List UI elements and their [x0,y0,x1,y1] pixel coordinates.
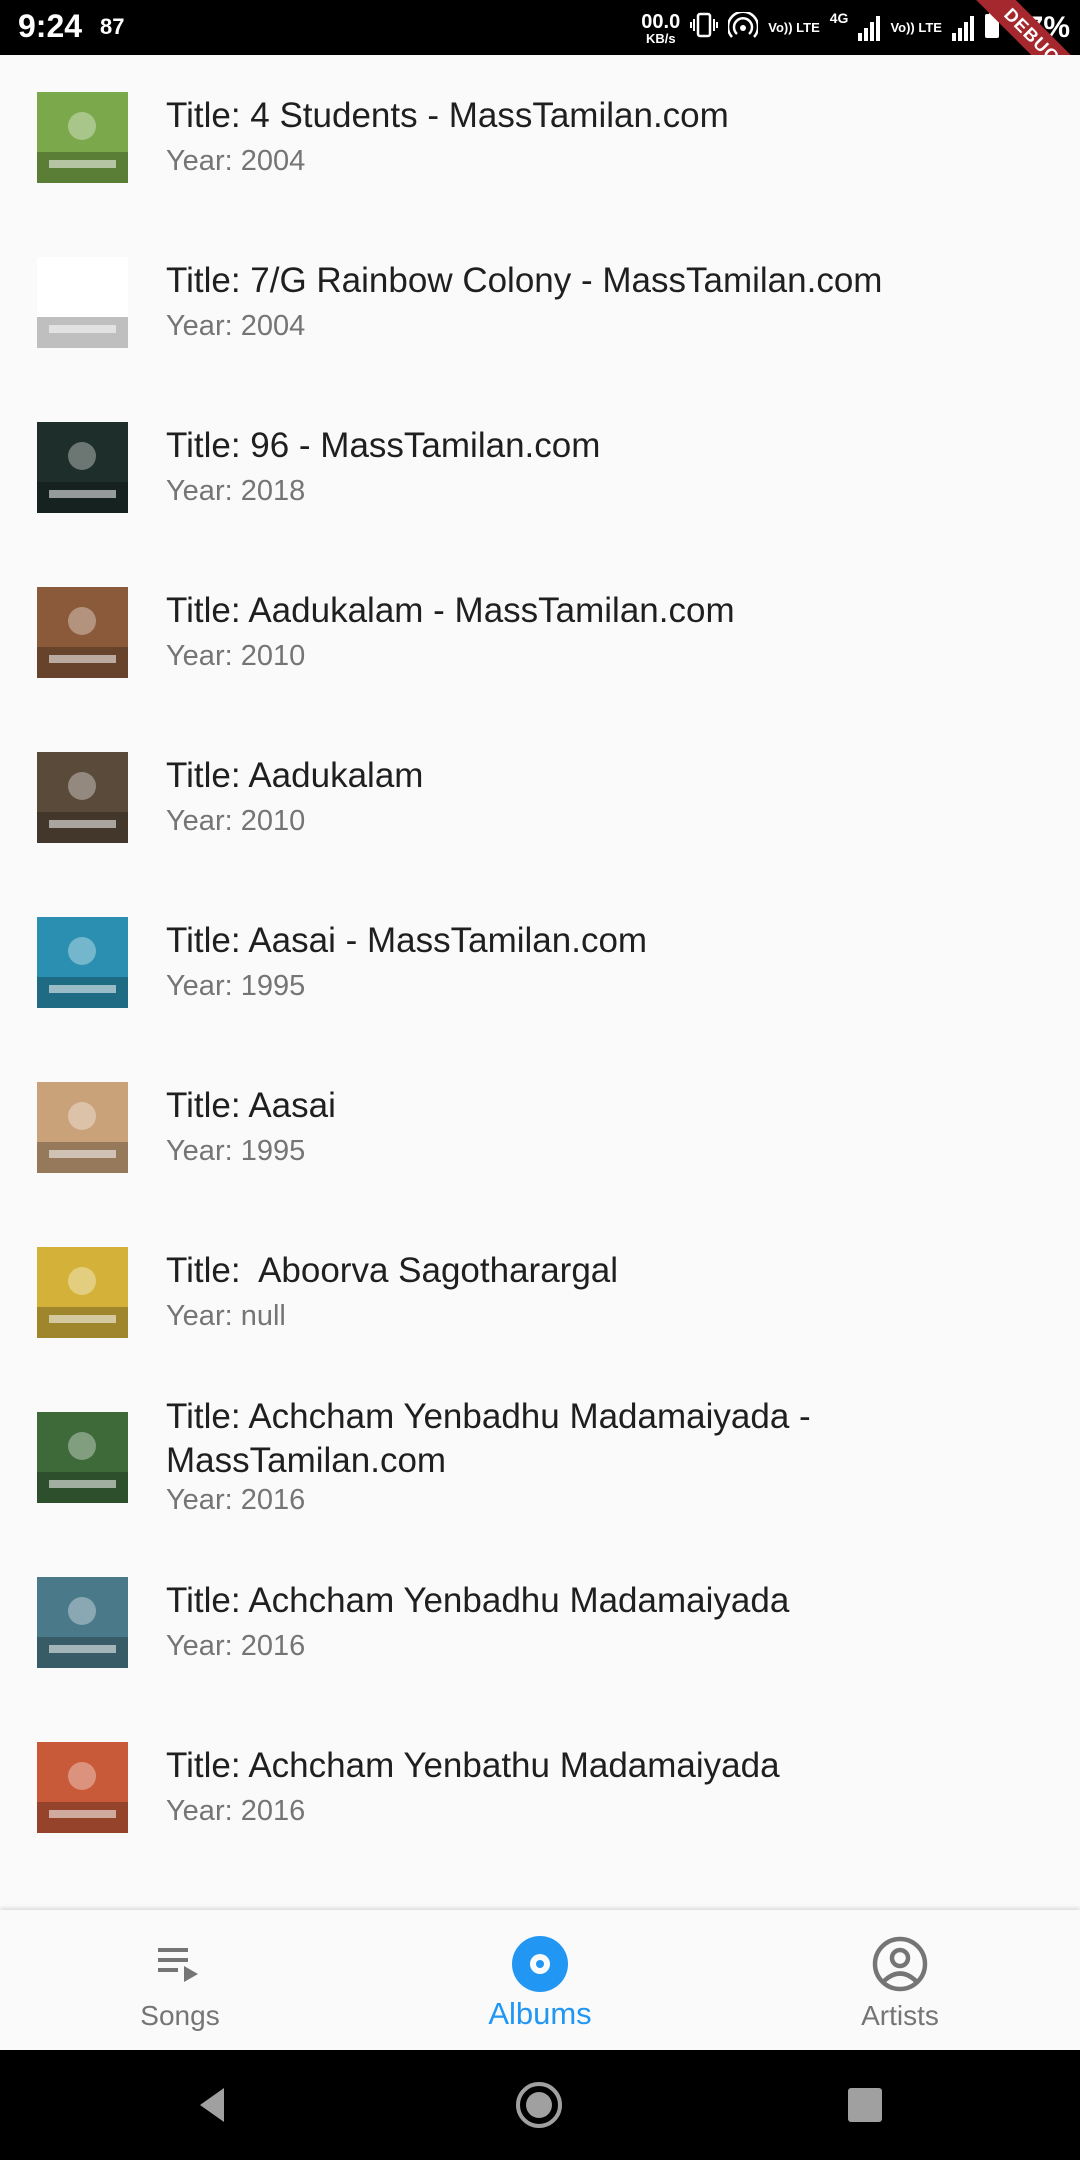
album-art [37,587,128,678]
net-speed-value: 00.0 [641,10,681,33]
notification-count: 87 [100,14,125,39]
album-list-item[interactable]: Title: Achcham Yenbadhu Madamaiyada Year:… [0,1540,1080,1705]
album-year: Year: 2016 [166,1630,306,1662]
playlist-icon [152,1936,208,1992]
album-art [37,752,128,843]
net-speed: 00.0 KB/s [641,12,680,45]
album-art [37,917,128,1008]
album-list-item[interactable]: Title: Aadukalam Year: 2010 [0,715,1080,880]
recents-icon[interactable] [840,2080,890,2130]
album-list-item[interactable]: Title: 96 - MassTamilan.com Year: 2018 [0,385,1080,550]
sim2-indicator: Vo)) LTE [890,21,942,35]
album-title: Title: Achcham Yenbathu Madamaiyada [166,1746,780,1785]
album-icon [512,1936,568,1992]
vibrate-icon [690,12,719,44]
system-navigation-bar [0,2050,1080,2160]
net-speed-unit: KB/s [645,30,676,46]
album-art [37,92,128,183]
album-year: Year: 1995 [166,970,306,1002]
status-time: 9:24 [18,8,83,44]
album-year: Year: null [166,1300,286,1332]
home-icon[interactable] [514,2080,564,2130]
album-list-item[interactable]: Title: Aboorva Sagotharargal Year: null [0,1210,1080,1375]
album-title: Title: Achcham Yenbadhu Madamaiyada - Ma… [166,1397,811,1480]
sim1-label: Vo)) LTE [768,20,820,36]
back-icon[interactable] [188,2080,238,2130]
album-title: Title: Achcham Yenbadhu Madamaiyada [166,1581,790,1620]
album-title: Title: Aadukalam - MassTamilan.com [166,591,735,630]
signal-icon-2 [951,15,974,41]
album-year: Year: 2016 [166,1484,306,1516]
nav-artists-label: Artists [861,2000,939,2031]
hotspot-icon [727,10,760,44]
sim2-label: Vo)) LTE [890,20,942,36]
album-title: Title: Aasai - MassTamilan.com [166,921,648,960]
album-art [37,1742,128,1833]
album-year: Year: 2010 [166,640,306,672]
album-art [37,1082,128,1173]
nav-songs[interactable]: Songs [0,1910,360,2050]
album-year: Year: 2004 [166,310,306,342]
album-title: Title: Aboorva Sagotharargal [166,1251,619,1290]
album-year: Year: 1995 [166,1135,306,1167]
album-list-item[interactable]: Title: 7/G Rainbow Colony - MassTamilan.… [0,220,1080,385]
album-year: Year: 2016 [166,1795,306,1827]
album-title: Title: 96 - MassTamilan.com [166,426,601,465]
album-year: Year: 2004 [166,145,306,177]
album-list[interactable]: Title: 4 Students - MassTamilan.com Year:… [0,55,1080,1910]
album-list-item[interactable]: Title: 4 Students - MassTamilan.com Year:… [0,55,1080,220]
account-circle-icon [872,1936,928,1992]
bottom-navigation: Songs Albums Artists [0,1910,1080,2050]
nav-artists[interactable]: Artists [720,1910,1080,2050]
nav-albums[interactable]: Albums [360,1910,720,2050]
album-year: Year: 2010 [166,805,306,837]
album-art [37,1412,128,1503]
nav-songs-label: Songs [140,2000,220,2031]
album-title: Title: 7/G Rainbow Colony - MassTamilan.… [166,261,883,300]
album-art [37,257,128,348]
album-art [37,1577,128,1668]
sim1-type: 4G [829,10,849,26]
status-bar: 9:24 87 00.0 KB/s Vo)) LTE 4G Vo)) LTE 8… [0,0,1080,55]
album-title: Title: Aasai [166,1086,336,1125]
album-list-item[interactable]: Title: Aasai - MassTamilan.com Year: 1995 [0,880,1080,1045]
album-art [37,1247,128,1338]
album-list-item[interactable]: Title: Aasai Year: 1995 [0,1045,1080,1210]
album-list-item[interactable]: Title: Aadukalam - MassTamilan.com Year: … [0,550,1080,715]
album-title: Title: Aadukalam [166,756,424,795]
album-art [37,422,128,513]
album-list-item[interactable]: Title: Achcham Yenbadhu Madamaiyada - Ma… [0,1375,1080,1540]
album-list-item[interactable]: Title: Achcham Yenbathu Madamaiyada Year:… [0,1705,1080,1870]
signal-icon [858,15,881,41]
nav-albums-label: Albums [488,1996,592,2031]
album-year: Year: 2018 [166,475,306,507]
sim1-indicator: Vo)) LTE [768,21,820,35]
album-title: Title: 4 Students - MassTamilan.com [166,96,729,135]
